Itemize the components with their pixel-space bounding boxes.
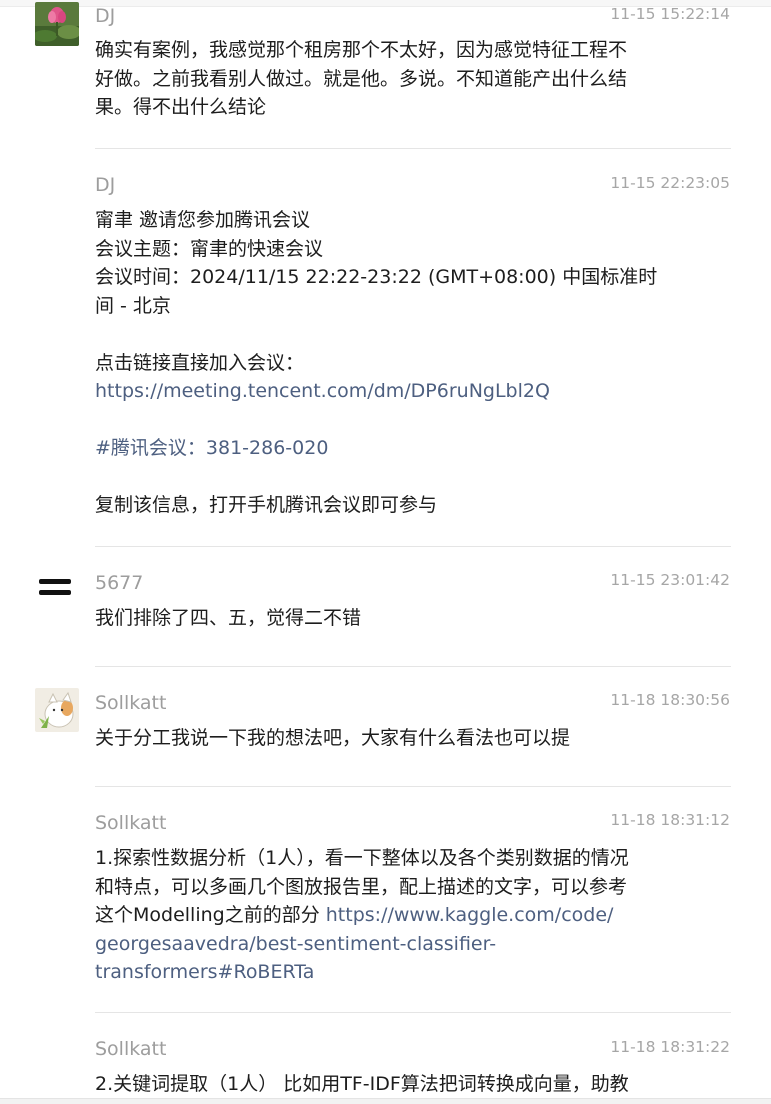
message-line: 间 - 北京 [95, 294, 171, 317]
message-timestamp: 11-18 18:31:22 [610, 1038, 730, 1056]
sender-name[interactable]: DJ [95, 173, 115, 197]
message-line: 2.关键词提取（1人） 比如用TF-IDF算法把词转换成向量，助教 [95, 1073, 629, 1095]
kaggle-link-continued[interactable]: transformers#RoBERTa [95, 958, 705, 987]
message-line: 会议主题：甯聿的快速会议 [95, 237, 324, 260]
message-line [95, 406, 705, 435]
message-line: 这个Modelling之前的部分 https://www.kaggle.com/… [95, 901, 705, 930]
message-line: 和特点，可以多画几个图放报告里，配上描述的文字，可以参考 [95, 875, 628, 898]
message-text[interactable]: 1.探索性数据分析（1人），看一下整体以及各个类别数据的情况 和特点，可以多画几… [95, 844, 705, 987]
sender-name[interactable]: 5677 [95, 571, 143, 595]
message-text[interactable]: 确实有案例，我感觉那个租房那个不太好，因为感觉特征工程不 好做。之前我看别人做过… [95, 36, 705, 122]
message-line: 关于分工我说一下我的想法吧，大家有什么看法也可以提 [95, 727, 571, 749]
equals-sign-icon [35, 565, 79, 609]
message-line: 1.探索性数据分析（1人），看一下整体以及各个类别数据的情况 [95, 847, 629, 869]
sender-name[interactable]: Sollkatt [95, 811, 166, 835]
bottom-border [0, 1098, 771, 1104]
message-timestamp: 11-15 23:01:42 [610, 571, 730, 589]
message-timestamp: 11-15 22:23:05 [610, 174, 730, 192]
message-divider [95, 666, 731, 667]
kaggle-link-continued[interactable]: georgesaavedra/best-sentiment-classifier… [95, 930, 705, 959]
meeting-link[interactable]: https://meeting.tencent.com/dm/DP6ruNgLb… [95, 377, 705, 406]
message-divider [95, 148, 731, 149]
message-timestamp: 11-15 15:22:14 [610, 5, 730, 23]
message-line: 甯聿 邀请您参加腾讯会议 [95, 209, 311, 231]
message-timestamp: 11-18 18:30:56 [610, 691, 730, 709]
avatar-equals-sign[interactable] [35, 565, 79, 609]
message-line: 果。得不出什么结论 [95, 96, 267, 118]
sender-name[interactable]: Sollkatt [95, 1037, 166, 1061]
message-line [95, 463, 705, 492]
sender-name[interactable]: DJ [95, 4, 115, 28]
message-text[interactable]: 甯聿 邀请您参加腾讯会议 会议主题：甯聿的快速会议 会议时间：2024/11/1… [95, 206, 705, 520]
avatar-lotus-flower[interactable] [35, 2, 79, 46]
message-line: 好做。之前我看别人做过。就是他。多说。不知道能产出什么结 [95, 67, 628, 90]
message-text[interactable]: 我们排除了四、五，觉得二不错 [95, 604, 705, 633]
message-divider [95, 786, 731, 787]
message-divider [95, 546, 731, 547]
avatar-cat[interactable] [35, 688, 79, 732]
message-line: 点击链接直接加入会议： [95, 351, 305, 374]
message-line: 会议时间：2024/11/15 22:22-23:22 (GMT+08:00) … [95, 266, 658, 288]
sender-name[interactable]: Sollkatt [95, 691, 166, 715]
message-text[interactable]: 关于分工我说一下我的想法吧，大家有什么看法也可以提 [95, 724, 705, 753]
message-divider [95, 1012, 731, 1013]
lotus-flower-icon [35, 2, 79, 46]
kaggle-link[interactable]: https://www.kaggle.com/code/ [326, 904, 614, 926]
message-line: 确实有案例，我感觉那个租房那个不太好，因为感觉特征工程不 [95, 39, 628, 61]
message-timestamp: 11-18 18:31:12 [610, 811, 730, 829]
message-line [95, 320, 705, 349]
message-line: 我们排除了四、五，觉得二不错 [95, 607, 362, 629]
cat-icon [35, 688, 79, 732]
message-text[interactable]: 2.关键词提取（1人） 比如用TF-IDF算法把词转换成向量，助教 [95, 1070, 705, 1098]
message-line-text: 这个Modelling之前的部分 [95, 904, 326, 926]
message-line: 复制该信息，打开手机腾讯会议即可参与 [95, 494, 438, 516]
meeting-id-hashtag[interactable]: #腾讯会议：381-286-020 [95, 434, 705, 463]
